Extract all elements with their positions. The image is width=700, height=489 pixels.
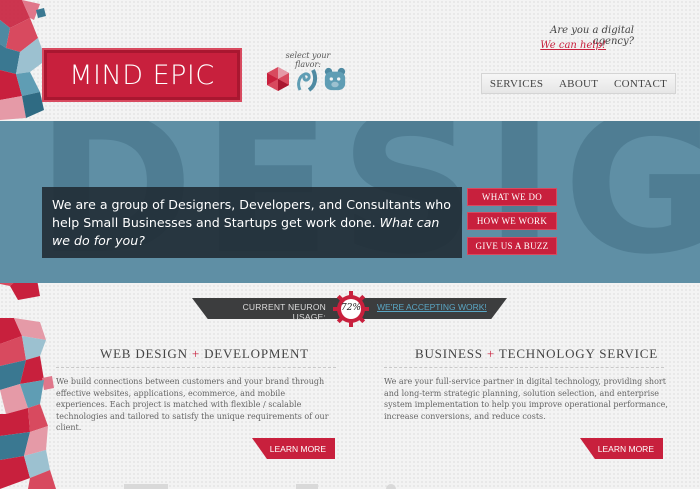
intro-text: We are a group of Designers, Developers,…	[52, 196, 452, 250]
swirl-flavor-icon[interactable]	[295, 66, 319, 92]
usage-label: CURRENT NEURON USAGE:	[242, 302, 326, 322]
divider	[384, 367, 664, 368]
intro-box: We are a group of Designers, Developers,…	[42, 187, 462, 258]
service-body-business: We are your full-service partner in digi…	[384, 377, 668, 421]
usage-value: 72%	[340, 303, 361, 313]
bottom-element	[296, 484, 318, 489]
site-logo[interactable]: MIND EPIC	[44, 50, 240, 100]
how-we-work-button[interactable]: HOW WE WORK	[467, 212, 557, 230]
nav-about[interactable]: ABOUT	[559, 78, 598, 90]
plus-icon: +	[486, 346, 496, 361]
bottom-element	[386, 484, 396, 489]
nav-contact[interactable]: CONTACT	[614, 78, 667, 90]
service-title-business-left: BUSINESS	[415, 346, 483, 361]
give-us-a-buzz-button[interactable]: GIVE US A BUZZ	[467, 237, 557, 255]
nav-services[interactable]: SERVICES	[490, 78, 543, 90]
service-title-web: WEB DESIGN + DEVELOPMENT	[100, 346, 309, 362]
divider	[56, 367, 336, 368]
accepting-work-link[interactable]: WE'RE ACCEPTING WORK!	[377, 302, 487, 312]
agency-help-link[interactable]: We can help!	[514, 40, 606, 51]
learn-more-web-button[interactable]: LEARN MORE	[252, 438, 335, 459]
hero-banner: DESIGN EPIC We are a group of Designers,…	[0, 121, 700, 283]
service-title-business-right: TECHNOLOGY SERVICE	[498, 346, 658, 361]
bottom-element	[124, 484, 168, 489]
bear-flavor-icon[interactable]	[323, 66, 347, 92]
hexagon-flavor-icon[interactable]	[266, 66, 290, 92]
service-body-web: We build connections between customers a…	[56, 377, 329, 433]
service-title-business: BUSINESS + TECHNOLOGY SERVICE	[415, 346, 658, 362]
what-we-do-button[interactable]: WHAT WE DO	[467, 188, 557, 206]
service-title-web-left: WEB DESIGN	[100, 346, 188, 361]
learn-more-business-button[interactable]: LEARN MORE	[580, 438, 663, 459]
plus-icon: +	[191, 346, 200, 361]
logo-text: MIND EPIC	[69, 59, 215, 91]
main-nav: SERVICES ABOUT CONTACT	[481, 73, 676, 94]
service-title-web-right: DEVELOPMENT	[204, 346, 309, 361]
